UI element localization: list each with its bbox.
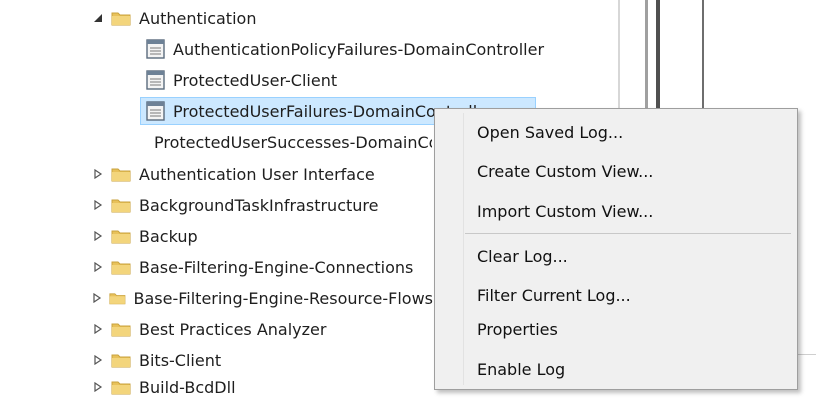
- event-log-icon: [146, 101, 165, 121]
- folder-icon: [111, 354, 131, 368]
- tree-item-label: Base-Filtering-Engine-Resource-Flows: [133, 288, 434, 308]
- tree-item-folder[interactable]: BackgroundTaskInfrastructure: [91, 192, 433, 218]
- menu-item-import-custom-view[interactable]: Import Custom View...: [435, 194, 797, 228]
- pane-splitter-dark[interactable]: [656, 0, 660, 120]
- menu-item-filter-current-log[interactable]: Filter Current Log...: [435, 278, 797, 312]
- menu-item-label: Create Custom View...: [477, 161, 654, 181]
- tree-item-label: Base-Filtering-Engine-Connections: [139, 257, 414, 277]
- menu-item-label: Clear Log...: [477, 246, 568, 266]
- collapsed-arrow-icon[interactable]: [91, 167, 105, 181]
- tree-item-log[interactable]: ProtectedUserSuccesses-DomainController: [146, 129, 432, 155]
- menu-separator: [465, 233, 791, 234]
- tree-item-folder[interactable]: Authentication User Interface: [91, 161, 433, 187]
- pane-divider: [798, 354, 816, 355]
- folder-icon: [111, 230, 131, 244]
- menu-item-open-saved-log[interactable]: Open Saved Log...: [435, 115, 797, 149]
- tree-item-label: ProtectedUserSuccesses-DomainController: [154, 132, 432, 152]
- menu-item-label: Import Custom View...: [477, 201, 654, 221]
- collapsed-arrow-icon[interactable]: [91, 380, 105, 394]
- context-menu: Open Saved Log... Create Custom View... …: [434, 108, 798, 390]
- menu-item-enable-log[interactable]: Enable Log: [435, 352, 797, 386]
- tree-item-folder[interactable]: Bits-Client: [91, 347, 433, 373]
- tree-item-folder[interactable]: Backup: [91, 223, 433, 249]
- tree-item-label: Best Practices Analyzer: [139, 319, 327, 339]
- collapsed-arrow-icon[interactable]: [91, 322, 105, 336]
- tree-item-log[interactable]: AuthenticationPolicyFailures-DomainContr…: [146, 36, 544, 62]
- event-log-icon: [146, 70, 165, 90]
- folder-icon: [111, 323, 131, 337]
- folder-icon: [111, 12, 131, 26]
- menu-item-properties[interactable]: Properties: [435, 312, 797, 346]
- menu-item-create-custom-view[interactable]: Create Custom View...: [435, 154, 797, 188]
- menu-item-label: Filter Current Log...: [477, 285, 631, 305]
- pane-splitter[interactable]: [645, 0, 648, 120]
- tree-item-label: Backup: [139, 226, 198, 246]
- event-log-icon: [146, 39, 165, 59]
- tree-item-label: Bits-Client: [139, 350, 222, 370]
- tree-item-label: Authentication: [139, 8, 257, 28]
- tree-item-folder[interactable]: Base-Filtering-Engine-Connections: [91, 254, 433, 280]
- pane-border: [702, 0, 704, 118]
- folder-icon: [111, 261, 131, 275]
- expanded-arrow-icon[interactable]: [91, 11, 105, 25]
- tree-scroll-edge: [618, 0, 620, 125]
- tree-item-label: Build-BcdDll: [139, 377, 236, 397]
- menu-item-label: Properties: [477, 319, 558, 339]
- tree-item-folder[interactable]: Best Practices Analyzer: [91, 316, 433, 342]
- tree-item-log[interactable]: ProtectedUser-Client: [146, 67, 337, 93]
- folder-icon: [111, 168, 131, 182]
- collapsed-arrow-icon[interactable]: [91, 291, 103, 305]
- tree-item-folder[interactable]: Build-BcdDll: [91, 374, 433, 400]
- tree-item-label: ProtectedUser-Client: [173, 70, 338, 90]
- collapsed-arrow-icon[interactable]: [91, 260, 105, 274]
- tree-item-label: AuthenticationPolicyFailures-DomainContr…: [173, 39, 545, 59]
- tree-item-label: Authentication User Interface: [139, 164, 375, 184]
- collapsed-arrow-icon[interactable]: [91, 353, 105, 367]
- collapsed-arrow-icon[interactable]: [91, 198, 105, 212]
- tree-item-authentication[interactable]: Authentication: [91, 5, 256, 31]
- folder-icon: [111, 199, 131, 213]
- tree-item-folder[interactable]: Base-Filtering-Engine-Resource-Flows: [91, 285, 433, 311]
- folder-icon: [109, 293, 126, 305]
- collapsed-arrow-icon[interactable]: [91, 229, 105, 243]
- menu-item-clear-log[interactable]: Clear Log...: [435, 239, 797, 273]
- folder-icon: [111, 381, 131, 395]
- menu-item-label: Enable Log: [477, 359, 566, 379]
- menu-item-label: Open Saved Log...: [477, 122, 624, 142]
- tree-item-label: BackgroundTaskInfrastructure: [139, 195, 379, 215]
